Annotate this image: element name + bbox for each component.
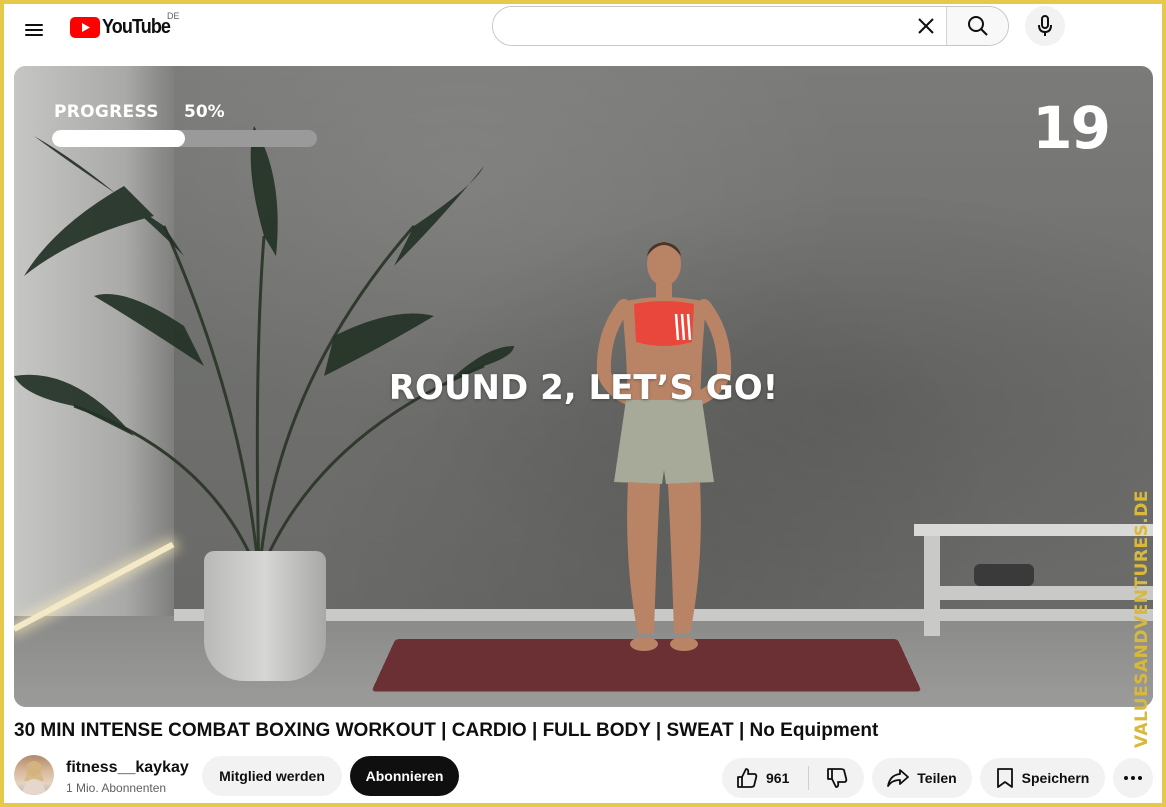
share-label: Teilen — [917, 770, 957, 786]
clear-icon[interactable] — [906, 7, 946, 45]
save-button[interactable]: Speichern — [980, 758, 1105, 798]
progress-bar-fill — [52, 130, 185, 147]
mic-icon — [1038, 15, 1052, 36]
watermark-text: VALUESANDVENTURES.DE — [1132, 489, 1152, 748]
bench — [914, 524, 1153, 636]
more-icon — [1124, 776, 1142, 780]
video-player[interactable]: PROGRESS 50% 19 ROUND 2, LET’S GO! — [14, 66, 1153, 707]
country-code: DE — [167, 11, 180, 21]
search-button[interactable] — [946, 7, 1008, 45]
menu-icon[interactable] — [18, 14, 50, 46]
youtube-logo-icon — [70, 16, 100, 38]
share-button[interactable]: Teilen — [872, 758, 972, 798]
page-frame: YouTube DE PROGRESS 50% 19 ROUND 2, LET’… — [4, 4, 1162, 803]
like-count: 961 — [766, 770, 790, 786]
more-actions-button[interactable] — [1113, 758, 1153, 798]
plant-pot — [204, 551, 326, 681]
dislike-icon — [826, 768, 847, 788]
logo-text: YouTube — [102, 15, 171, 38]
search-icon — [967, 16, 988, 36]
subscriber-count: 1 Mio. Abonnenten — [66, 781, 167, 795]
progress-value: 50% — [184, 102, 225, 122]
athlete — [596, 242, 732, 651]
save-icon — [996, 768, 1013, 788]
mic-button[interactable] — [1025, 6, 1065, 46]
subscribe-button[interactable]: Abonnieren — [350, 756, 459, 796]
channel-name[interactable]: fitness__kaykay — [66, 759, 189, 777]
countdown-timer: 19 — [1032, 94, 1111, 162]
like-button[interactable]: 961 — [722, 758, 808, 798]
plant — [14, 126, 514, 577]
youtube-logo[interactable]: YouTube — [70, 14, 178, 40]
save-label: Speichern — [1021, 770, 1090, 786]
share-icon — [887, 769, 910, 787]
search-box — [492, 6, 1009, 46]
search-input[interactable] — [493, 7, 906, 45]
like-icon — [737, 768, 758, 788]
video-title: 30 MIN INTENSE COMBAT BOXING WORKOUT | C… — [14, 720, 879, 741]
progress-bar — [52, 130, 317, 147]
join-button[interactable]: Mitglied werden — [202, 756, 342, 796]
like-dislike-bar: 961 — [722, 758, 864, 798]
progress-label: PROGRESS — [54, 102, 159, 122]
watermark: VALUESANDVENTURES.DE — [1128, 490, 1156, 754]
round-overlay-text: ROUND 2, LET’S GO! — [388, 368, 779, 408]
channel-avatar[interactable] — [14, 755, 54, 795]
dislike-button[interactable] — [809, 758, 864, 798]
top-bar: YouTube DE — [4, 4, 1162, 60]
